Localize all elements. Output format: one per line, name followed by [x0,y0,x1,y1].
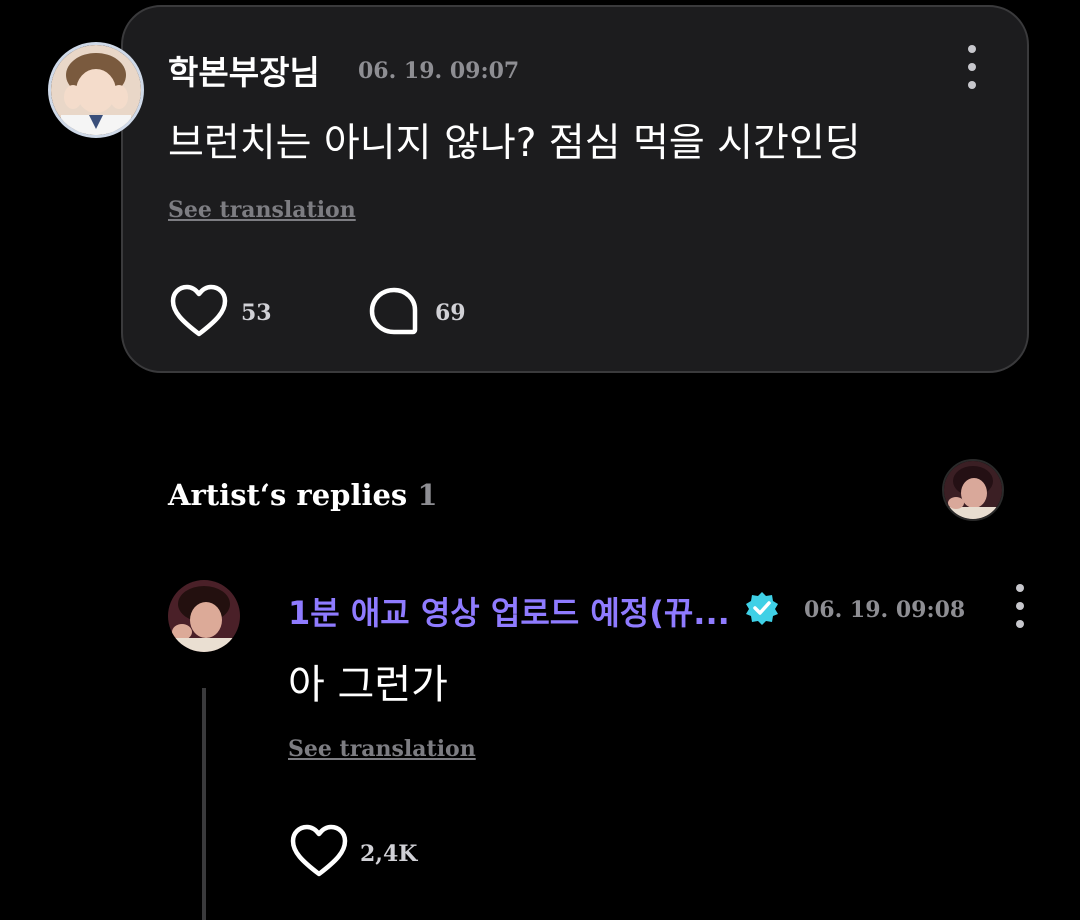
post-like-button[interactable] [170,284,228,338]
artist-avatar-small[interactable] [942,459,1004,521]
dot [968,63,976,71]
reply-author-name[interactable]: 1분 애교 영상 업로드 예정(뀨... [288,588,730,634]
verified-badge-icon [744,590,780,630]
artist-replies-title: Artist‘s replies [168,478,408,512]
dot [968,81,976,89]
reply-like-button[interactable] [290,824,348,878]
post-timestamp: 06. 19. 09:07 [358,58,520,84]
post-body-text: 브런치는 아니지 않나? 점심 먹을 시간인딩 [168,121,861,166]
post-author-name[interactable]: 학본부장님 [168,46,320,94]
post-author-avatar[interactable] [48,42,144,138]
heart-icon [170,284,228,337]
artist-replies-heading: Artist‘s replies 1 [168,478,438,512]
reply-author-avatar[interactable] [168,580,240,652]
dot [1016,620,1024,628]
reply-see-translation-link[interactable]: See translation [288,736,476,762]
dot [1016,602,1024,610]
dot [968,45,976,53]
post-see-translation-link[interactable]: See translation [168,197,356,223]
heart-icon [290,824,348,877]
artist-replies-count: 1 [417,478,438,512]
post-like-count: 53 [241,300,272,326]
reply-thread-line [202,688,206,920]
post-comment-count: 69 [435,300,466,326]
dot [1016,584,1024,592]
reply-more-options-icon[interactable] [1005,584,1035,628]
reply-like-count: 2,4K [360,841,418,867]
comment-bubble-icon [369,287,418,335]
post-comment-button[interactable] [368,286,420,336]
post-more-options-icon[interactable] [957,45,987,89]
reply-timestamp: 06. 19. 09:08 [804,597,966,623]
reply-body-text: 아 그런가 [288,662,448,708]
